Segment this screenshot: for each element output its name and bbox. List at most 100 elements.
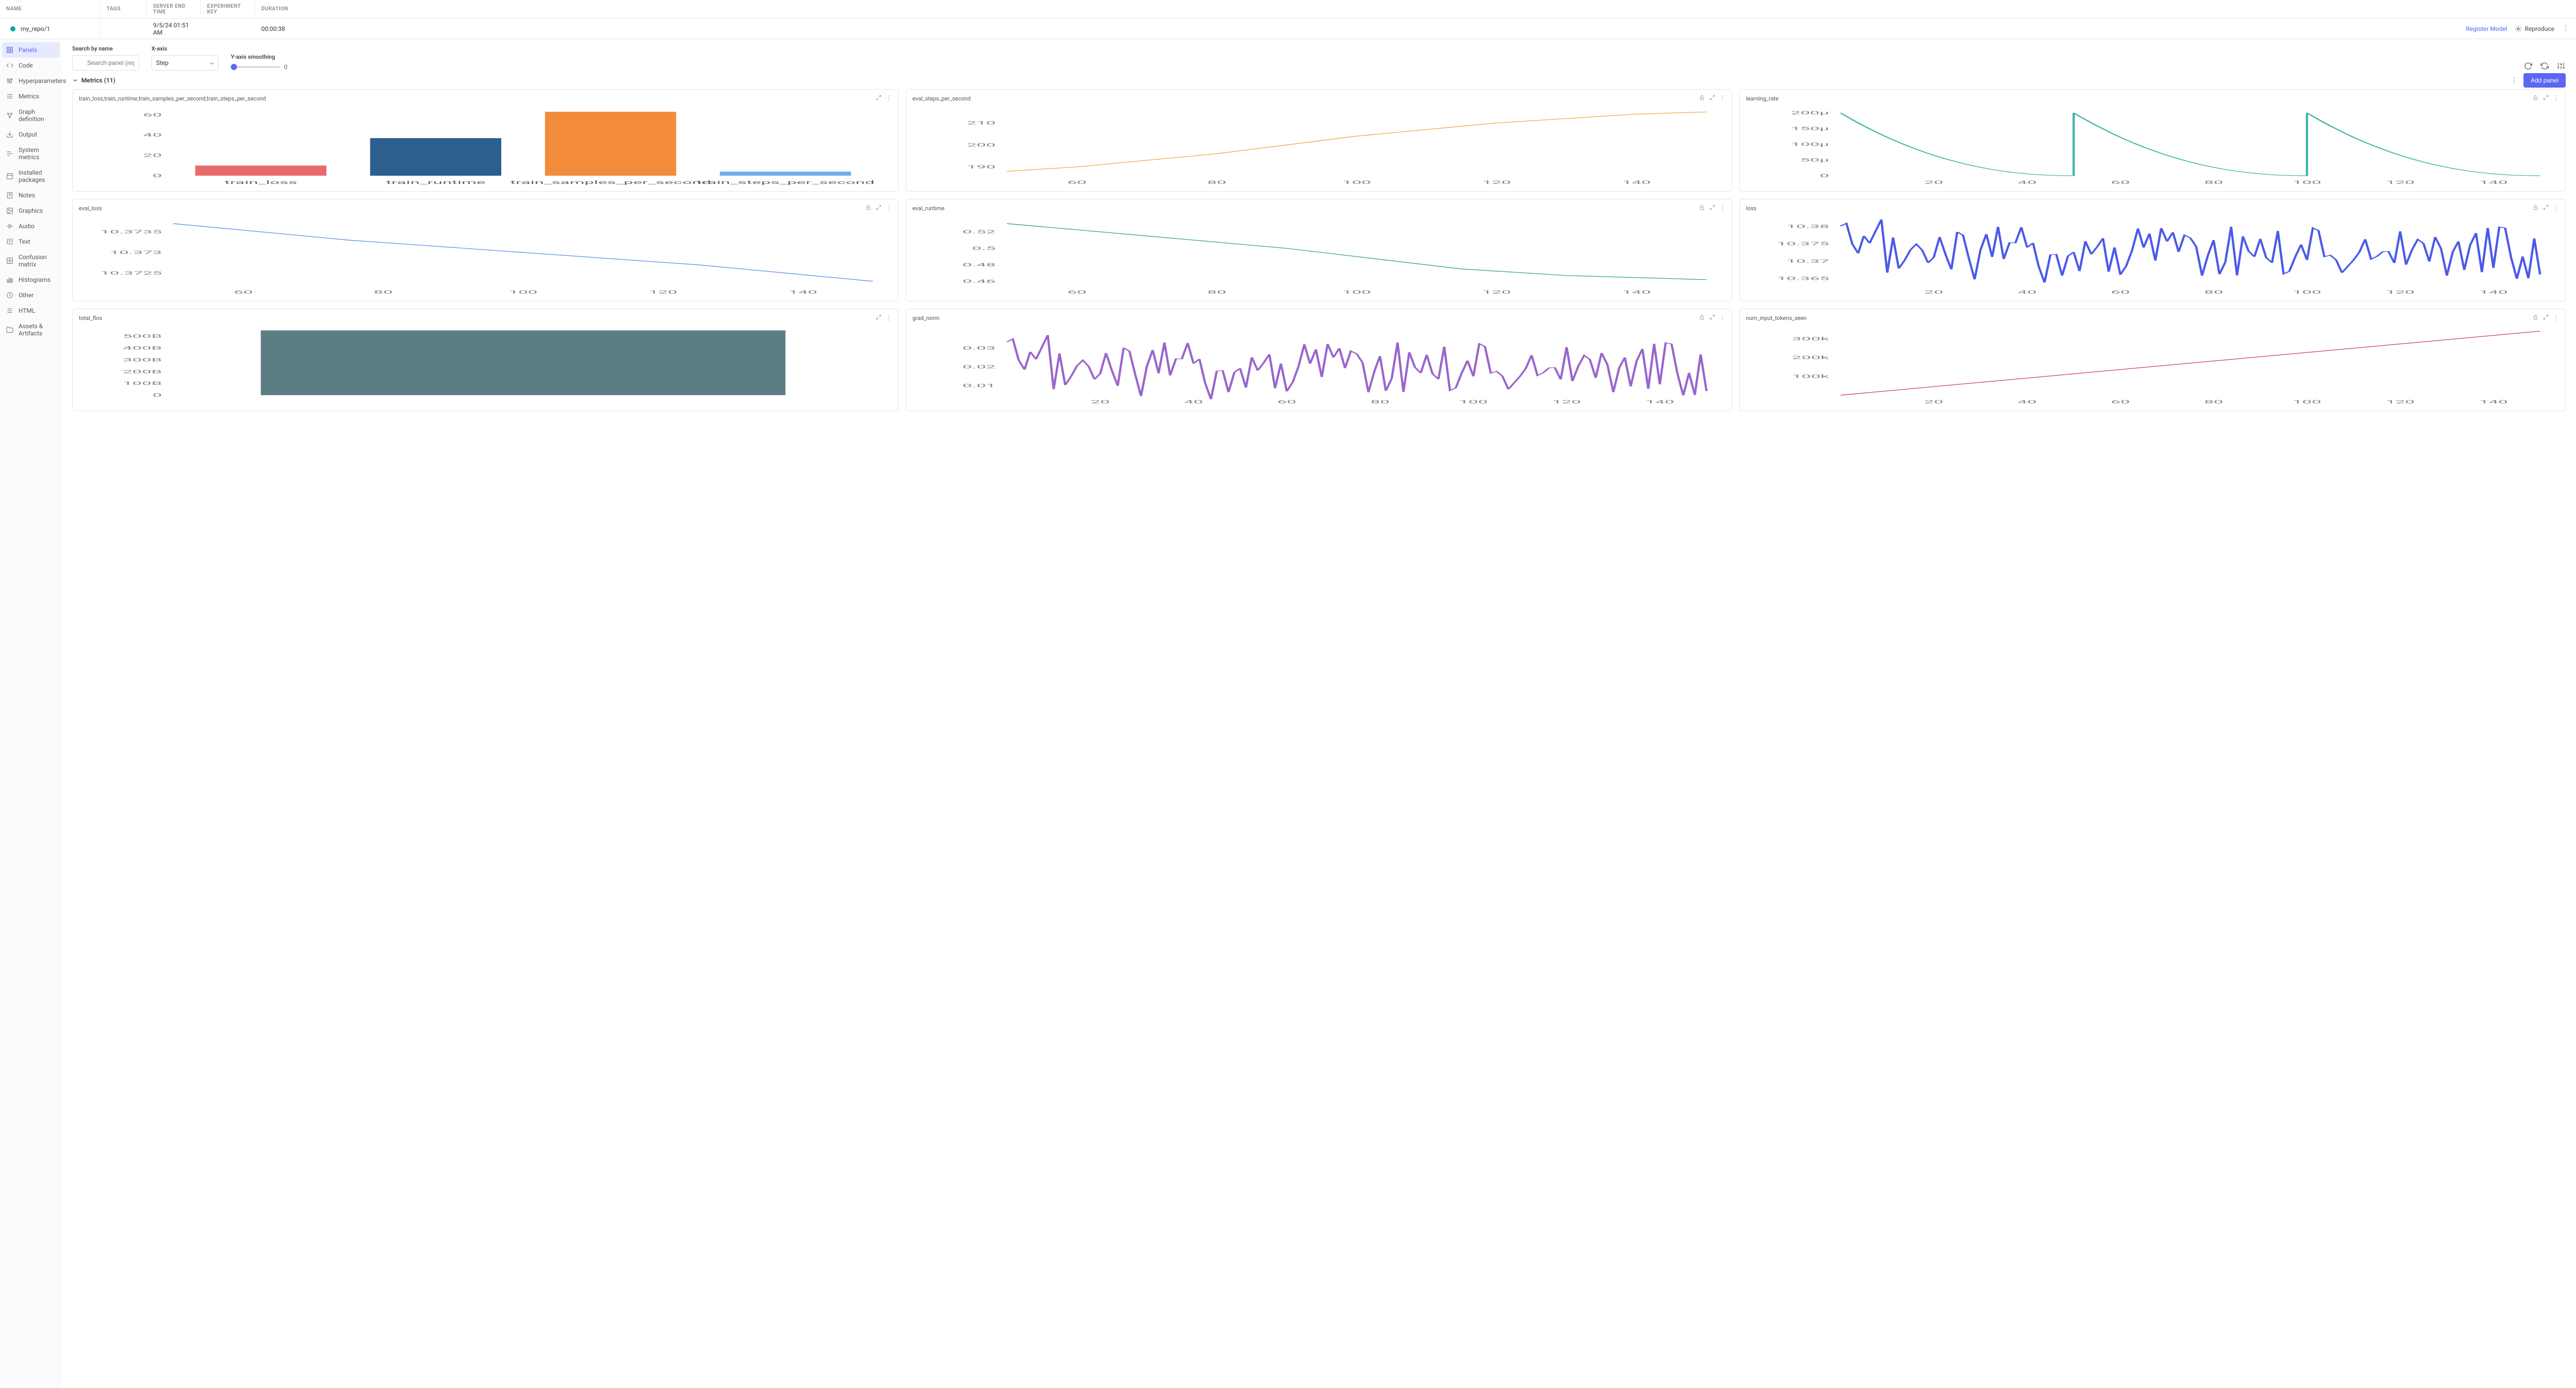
- panel-loss[interactable]: loss⋮10.36510.3710.37510.382040608010012…: [1739, 199, 2566, 301]
- sidebar-item-label: Panels: [19, 46, 37, 54]
- more-actions-button[interactable]: ⋮: [2562, 25, 2570, 32]
- sidebar-item-label: HTML: [19, 307, 36, 314]
- sidebar-item-hyperparameters[interactable]: Hyperparameters: [0, 73, 62, 89]
- experiment-duration: 00:00:38: [255, 21, 296, 37]
- lock-icon[interactable]: [1699, 314, 1705, 322]
- sidebar-item-installed-packages[interactable]: Installed packages: [0, 165, 62, 188]
- dots-icon[interactable]: ⋮: [1719, 95, 1725, 103]
- expand-icon[interactable]: [1709, 95, 1715, 103]
- reproduce-label: Reproduce: [2525, 25, 2554, 32]
- main-content: Search by name X-axis Step Y-axis smooth…: [62, 39, 2576, 1388]
- svg-text:140: 140: [1646, 399, 1674, 404]
- sidebar-item-audio[interactable]: Audio: [0, 218, 62, 234]
- register-model-link[interactable]: Register Model: [2466, 25, 2507, 32]
- autorefresh-button[interactable]: [2540, 61, 2549, 71]
- svg-text:100: 100: [1343, 180, 1371, 185]
- sidebar-item-other[interactable]: Other: [0, 287, 62, 303]
- dots-icon[interactable]: ⋮: [1719, 205, 1725, 212]
- dots-icon[interactable]: ⋮: [1719, 314, 1725, 322]
- experiment-name[interactable]: my_repo/1: [0, 19, 100, 39]
- html-icon: [6, 307, 13, 314]
- panel-eval-loss[interactable]: eval_loss⋮10.372510.37310.37356080100120…: [72, 199, 899, 301]
- svg-text:140: 140: [789, 290, 818, 295]
- sidebar-item-assets-artifacts[interactable]: Assets & Artifacts: [0, 318, 62, 341]
- sidebar-item-output[interactable]: Output: [0, 127, 62, 142]
- lock-icon[interactable]: [865, 205, 871, 212]
- panel-title: eval_runtime: [912, 205, 1699, 212]
- sidebar-item-text[interactable]: Text: [0, 234, 62, 249]
- panel-train-loss[interactable]: train_loss,train_runtime,train_samples_p…: [72, 89, 899, 192]
- sidebar-item-html[interactable]: HTML: [0, 303, 62, 318]
- expand-icon[interactable]: [2543, 95, 2549, 103]
- reproduce-icon: [2515, 25, 2522, 32]
- chart-body: 100k200k300k20406080100120140: [1746, 324, 2559, 407]
- expand-icon[interactable]: [875, 314, 882, 322]
- sidebar-item-confusion-matrix[interactable]: Confusion matrix: [0, 249, 62, 272]
- sidebar-item-panels[interactable]: Panels: [2, 42, 60, 58]
- dots-icon[interactable]: ⋮: [2553, 314, 2559, 322]
- refresh-button[interactable]: [2523, 61, 2533, 71]
- svg-text:100: 100: [1459, 399, 1488, 404]
- dots-icon[interactable]: ⋮: [2553, 205, 2559, 212]
- svg-text:300B: 300B: [123, 357, 162, 362]
- svg-text:400B: 400B: [123, 345, 162, 350]
- image-icon: [6, 207, 13, 214]
- svg-text:20: 20: [1924, 290, 1943, 295]
- expand-icon[interactable]: [2543, 205, 2549, 212]
- expand-icon[interactable]: [2543, 314, 2549, 322]
- lock-icon[interactable]: [1699, 205, 1705, 212]
- lock-icon[interactable]: [2532, 205, 2538, 212]
- section-more-button[interactable]: ⋮: [2510, 77, 2518, 84]
- reproduce-button[interactable]: Reproduce: [2515, 25, 2554, 32]
- circle-icon: [6, 292, 13, 299]
- sidebar-item-histograms[interactable]: Histograms: [0, 272, 62, 287]
- smooth-label: Y-axis smoothing: [231, 54, 287, 60]
- sidebar-item-graphics[interactable]: Graphics: [0, 203, 62, 218]
- panel-total-flos[interactable]: total_flos⋮0100B200B300B400B500B: [72, 309, 899, 411]
- dots-icon[interactable]: ⋮: [886, 205, 892, 212]
- svg-text:0.03: 0.03: [962, 345, 995, 350]
- search-input[interactable]: [72, 55, 139, 71]
- svg-text:10.373: 10.373: [110, 250, 162, 255]
- svg-text:40: 40: [2018, 290, 2037, 295]
- expand-icon[interactable]: [875, 205, 882, 212]
- xaxis-select[interactable]: Step: [151, 55, 218, 71]
- panel-eval-runtime[interactable]: eval_runtime⋮0.460.480.50.52608010012014…: [906, 199, 1732, 301]
- dots-icon[interactable]: ⋮: [886, 314, 892, 322]
- add-panel-button[interactable]: Add panel: [2523, 73, 2566, 88]
- panel-num-input-tokens-seen[interactable]: num_input_tokens_seen⋮100k200k300k204060…: [1739, 309, 2566, 411]
- sidebar-item-label: Code: [19, 62, 33, 69]
- svg-text:20: 20: [1924, 399, 1943, 404]
- lock-icon[interactable]: [2532, 95, 2538, 103]
- panel-learning-rate[interactable]: learning_rate⋮050μ100μ150μ200μ2040608010…: [1739, 89, 2566, 192]
- sidebar-item-graph-definition[interactable]: Graph definition: [0, 104, 62, 127]
- lock-icon[interactable]: [1699, 95, 1705, 103]
- dots-icon[interactable]: ⋮: [886, 95, 892, 103]
- panel-grad-norm[interactable]: grad_norm⋮0.010.020.0320406080100120140: [906, 309, 1732, 411]
- panel-title: grad_norm: [912, 315, 1699, 321]
- col-expkey: EXPERIMENT KEY: [201, 0, 255, 18]
- dots-icon[interactable]: ⋮: [2553, 95, 2559, 103]
- settings-button[interactable]: [2556, 61, 2566, 71]
- experiment-endtime: 9/5/24 01:51 AM: [147, 18, 201, 40]
- sidebar-item-code[interactable]: Code: [0, 58, 62, 73]
- lock-icon[interactable]: [2532, 314, 2538, 322]
- panel-eval-steps-per-second[interactable]: eval_steps_per_second⋮190200210608010012…: [906, 89, 1732, 192]
- expand-icon[interactable]: [1709, 205, 1715, 212]
- sidebar-item-notes[interactable]: Notes: [0, 188, 62, 203]
- sidebar-item-label: Notes: [19, 192, 35, 199]
- smoothing-slider[interactable]: [231, 66, 280, 68]
- experiment-name-text: my_repo/1: [21, 25, 50, 32]
- download-icon: [6, 131, 13, 138]
- svg-text:60: 60: [234, 290, 253, 295]
- experiment-key: [201, 25, 255, 33]
- expand-icon[interactable]: [1709, 314, 1715, 322]
- expand-icon[interactable]: [875, 95, 882, 103]
- slider-thumb[interactable]: [231, 64, 237, 70]
- svg-text:140: 140: [2479, 290, 2508, 295]
- sidebar-item-system-metrics[interactable]: System metrics: [0, 142, 62, 165]
- svg-text:120: 120: [1482, 180, 1511, 185]
- chevron-down-icon[interactable]: [72, 77, 78, 83]
- sidebar-item-metrics[interactable]: Metrics: [0, 89, 62, 104]
- sidebar-item-label: Confusion matrix: [19, 253, 56, 268]
